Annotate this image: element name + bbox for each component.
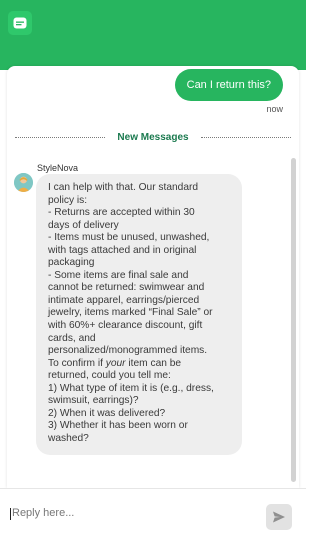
bot-message-line: - Returns are accepted within 30 [48, 207, 195, 219]
send-icon [273, 511, 285, 523]
chat-bubble-icon[interactable] [8, 11, 32, 35]
bot-message-line: returned, could you tell me: [48, 370, 171, 382]
conversation-panel: Can I return this? now New Messages Styl… [7, 66, 299, 488]
bot-message-line: swimsuit, earrings)? [48, 395, 139, 407]
bot-message-line: packaging [48, 257, 95, 269]
emphasis-text: your [105, 357, 126, 369]
new-messages-label: New Messages [117, 131, 189, 143]
bot-message-line: with tags attached and in original [48, 244, 197, 256]
bot-message-line: I can help with that. Our standard [48, 182, 199, 193]
bot-message-line: - Some items are final sale and [48, 269, 189, 281]
divider-line-right [200, 136, 291, 138]
bot-message-line: jewelry, items marked “Final Sale” or [48, 307, 213, 319]
user-message-timestamp: now [266, 104, 283, 114]
new-messages-divider: New Messages [15, 130, 291, 144]
bot-message-line: intimate apparel, earrings/pierced [48, 294, 200, 306]
bot-message-line: 1) What type of item it is (e.g., dress, [48, 382, 214, 394]
divider-line-left [15, 136, 106, 138]
bot-message-line: policy is: [48, 194, 88, 206]
bot-message-line: with 60%+ clearance discount, gift [48, 320, 203, 332]
bot-message-line: 2) When it was delivered? [48, 407, 166, 419]
bot-message-line: - Items must be unused, unwashed, [48, 232, 210, 244]
bot-message-line: washed? [48, 432, 89, 444]
bot-message-line: cards, and [48, 332, 96, 344]
bot-name: StyleNova [37, 163, 79, 173]
bot-message-line: 3) Whether it has been worn or [48, 420, 188, 432]
bot-avatar [14, 173, 33, 192]
bot-message-line: cannot be returned: swimwear and [48, 282, 205, 294]
chat-header [0, 0, 306, 70]
bot-message-line: To confirm if your item can be [48, 357, 182, 369]
bot-message-line: personalized/monogrammed items. [48, 345, 208, 357]
reply-input[interactable] [10, 501, 252, 525]
user-message-bubble: Can I return this? [174, 69, 283, 101]
send-button[interactable] [266, 504, 292, 530]
conversation-scrollbar[interactable] [291, 158, 296, 482]
bot-message-line: days of delivery [48, 219, 119, 231]
reply-composer [0, 488, 306, 537]
bot-message-bubble: I can help with that. Our standard polic… [36, 174, 242, 456]
